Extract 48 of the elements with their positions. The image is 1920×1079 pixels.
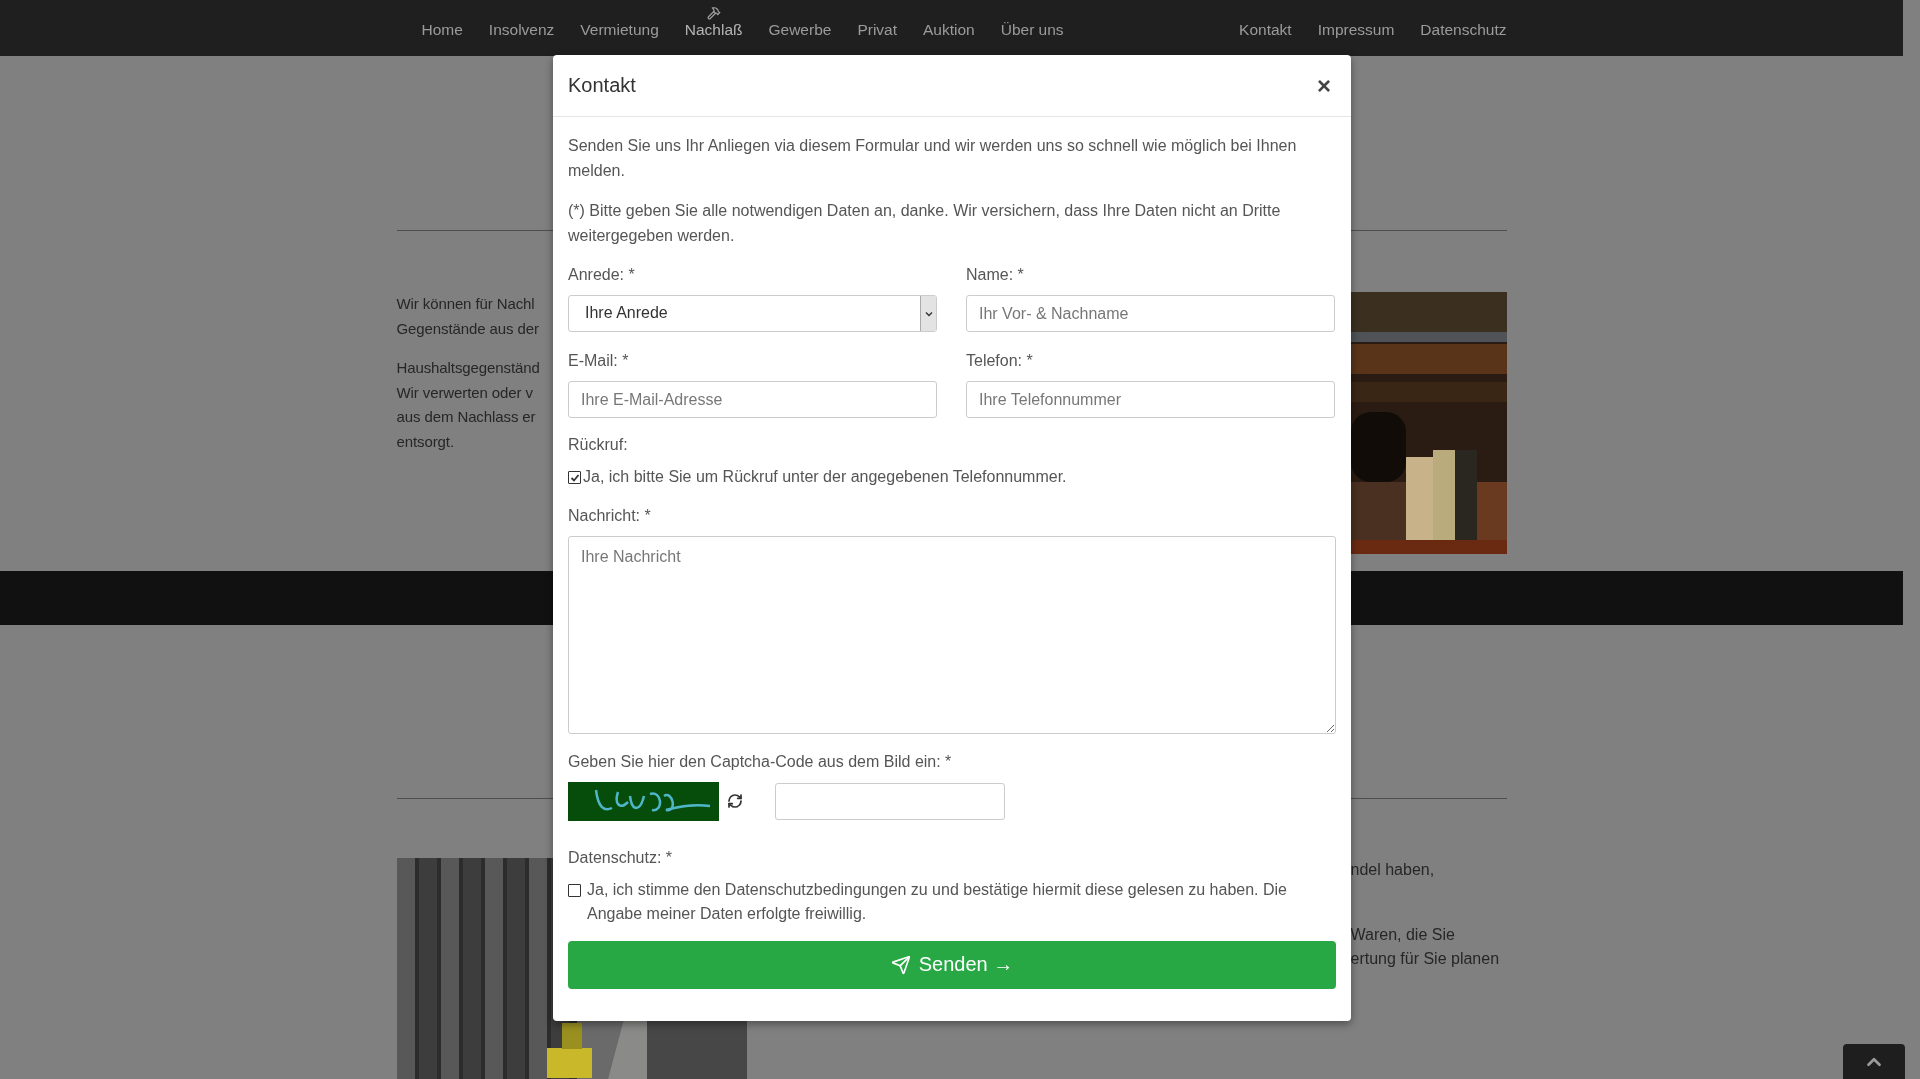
paragraph-text: ertung für Sie planen: [1350, 949, 1501, 969]
paragraph-text: Wir können für Nachl: [396, 294, 536, 314]
nav-link[interactable]: Privat: [857, 0, 897, 56]
checkbox-label: Ja, ich bitte Sie um Rückruf unter der angegebenen Telefonnummer.: [583, 467, 1067, 487]
refresh-icon[interactable]: [727, 793, 743, 809]
field-label: E-Mail: *: [568, 351, 630, 371]
nav-link[interactable]: Datenschutz: [1420, 0, 1507, 56]
intro-text: Senden Sie uns Ihr Anliegen via diesem Formular und wir werden uns so schnell wie möglich bei Ihnen melden.: [568, 136, 1298, 181]
field-label: Geben Sie hier den Captcha-Code aus dem Bild ein: *: [568, 751, 953, 772]
nav-link[interactable]: Auktion: [923, 0, 975, 56]
field-label: Name: *: [966, 265, 1025, 285]
field-label: Telefon: *: [966, 351, 1034, 371]
message-field[interactable]: Ihre Nachricht: [568, 535, 1336, 734]
dialog-title: Kontakt: [568, 74, 636, 97]
nav-link[interactable]: Gewerbe: [768, 0, 832, 56]
nav-link[interactable]: Impressum: [1317, 0, 1395, 56]
paragraph-text: Waren, die Sie: [1350, 924, 1456, 945]
hammer-icon: [706, 6, 721, 20]
checkbox[interactable]: [568, 883, 581, 897]
field-label: Anrede: *: [568, 265, 636, 285]
paragraph-text: Gegenstände aus der: [396, 318, 540, 339]
note-text: (*) Bitte geben Sie alle notwendigen Daten an, danke. Wir versichern, dass Ihre Daten nicht an Dritte weitergegeben werden.: [568, 201, 1282, 246]
paragraph-text: ndel haben,: [1350, 860, 1436, 880]
send-button[interactable]: Senden →: [568, 940, 1336, 989]
nav-link[interactable]: Über uns: [1000, 0, 1064, 56]
checkbox[interactable]: [568, 471, 581, 484]
field-label: Rückruf:: [568, 435, 629, 455]
checkbox-label: Ja, ich stimme den Datenschutzbedingungen zu und bestätige hiermit diese gelesen zu haben. Die Angabe meiner Daten erfolgte freiwillig.: [587, 879, 1288, 924]
scroll-top-button[interactable]: [1843, 1044, 1905, 1079]
paragraph-text: aus dem Nachlass er: [396, 407, 537, 427]
salutation-select[interactable]: Ihre Anrede: [568, 295, 937, 332]
paragraph-text: Wir verwerten oder v: [396, 382, 534, 403]
email-field[interactable]: Ihre E-Mail-Adresse: [568, 381, 937, 418]
send-icon: [890, 954, 911, 975]
nav-link[interactable]: Insolvenz: [488, 0, 555, 56]
phone-field[interactable]: Ihre Telefonnummer: [966, 381, 1335, 418]
nav-link[interactable]: Nachlaß: [684, 0, 743, 56]
caret-icon: [920, 296, 936, 331]
paragraph-text: Haushaltsgegenständ: [396, 358, 541, 378]
nav-link[interactable]: Home: [421, 0, 463, 56]
field-label: Datenschutz: *: [568, 847, 674, 868]
nav-link[interactable]: Vermietung: [580, 0, 659, 56]
captcha-field[interactable]: [775, 782, 1005, 820]
name-field[interactable]: Ihr Vor- & Nachname: [966, 295, 1335, 332]
paragraph-text: entsorgt.: [396, 431, 455, 452]
nav-link[interactable]: Kontakt: [1239, 0, 1292, 56]
close-button[interactable]: ×: [1315, 73, 1333, 98]
field-label: Nachricht: *: [568, 505, 652, 526]
